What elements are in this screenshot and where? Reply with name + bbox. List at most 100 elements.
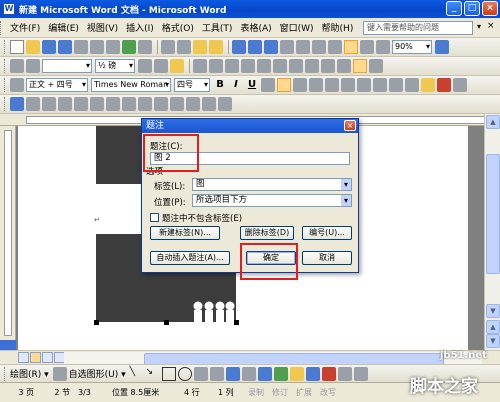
normal-view-icon[interactable]	[18, 352, 29, 363]
styles-icon[interactable]	[10, 78, 24, 92]
undo-icon[interactable]	[232, 40, 246, 54]
vertical-ruler[interactable]	[0, 126, 16, 340]
autoshapes-button[interactable]: 自选图形(U) ▾	[69, 367, 126, 380]
email-icon[interactable]	[74, 40, 88, 54]
hyperlink-icon[interactable]	[264, 40, 278, 54]
save-icon[interactable]	[42, 40, 56, 54]
increase-indent-icon[interactable]	[405, 78, 419, 92]
menu-edit[interactable]: 编辑(E)	[44, 21, 83, 34]
columns-icon[interactable]	[328, 40, 342, 54]
next-page-icon[interactable]: ▼	[486, 334, 500, 348]
toolbar-grip[interactable]	[4, 97, 7, 111]
permission-icon[interactable]	[58, 40, 72, 54]
insert-excel-icon[interactable]	[312, 40, 326, 54]
line-style-icon[interactable]	[138, 97, 152, 111]
help-icon[interactable]	[435, 40, 449, 54]
new-document-icon[interactable]	[10, 40, 24, 54]
menu-file[interactable]: 文件(F)	[6, 21, 44, 34]
font-select[interactable]: Times New Roman	[91, 78, 171, 92]
print-preview-icon[interactable]	[106, 40, 120, 54]
insert-table-icon[interactable]	[193, 59, 207, 73]
maximize-button[interactable]: □	[464, 1, 480, 16]
picture-icon[interactable]	[273, 366, 288, 381]
fill-color-icon[interactable]	[289, 366, 304, 381]
less-contrast-icon[interactable]	[58, 97, 72, 111]
distribute-columns-icon[interactable]	[273, 59, 287, 73]
research-icon[interactable]	[138, 40, 152, 54]
draw-menu-button[interactable]: 绘图(R) ▾	[10, 367, 49, 380]
prev-page-icon[interactable]: ▲	[486, 320, 500, 334]
menu-tools[interactable]: 工具(T)	[198, 21, 237, 34]
position-select[interactable]: 所选项目下方	[192, 194, 352, 207]
drawing-toggle-icon[interactable]	[344, 40, 358, 54]
more-brightness-icon[interactable]	[74, 97, 88, 111]
sort-asc-icon[interactable]	[321, 59, 335, 73]
document-map-icon[interactable]	[360, 40, 374, 54]
menu-window[interactable]: 窗口(W)	[276, 21, 318, 34]
toolbar-grip[interactable]	[4, 78, 7, 92]
status-rec[interactable]: 录制	[244, 386, 268, 400]
horizontal-scrollbar[interactable]	[64, 352, 482, 365]
toolbar-grip[interactable]	[4, 59, 7, 73]
paste-icon[interactable]	[193, 40, 207, 54]
label-select[interactable]: 图	[192, 178, 352, 191]
menu-table[interactable]: 表格(A)	[236, 21, 275, 34]
insert-table-icon[interactable]	[296, 40, 310, 54]
eraser-icon[interactable]	[26, 59, 40, 73]
dash-style-icon[interactable]	[353, 366, 368, 381]
help-dropdown-icon[interactable]: ▾	[477, 22, 481, 31]
web-view-icon[interactable]	[30, 352, 41, 363]
sort-desc-icon[interactable]	[337, 59, 351, 73]
close-button[interactable]: ×	[482, 1, 498, 16]
wordart-icon[interactable]	[225, 366, 240, 381]
compress-icon[interactable]	[154, 97, 168, 111]
format-picture-icon[interactable]	[186, 97, 200, 111]
show-hide-icon[interactable]	[376, 40, 390, 54]
menu-insert[interactable]: 插入(I)	[122, 21, 158, 34]
print-view-icon[interactable]	[42, 352, 53, 363]
char-scale-icon[interactable]	[453, 78, 467, 92]
crop-icon[interactable]	[106, 97, 120, 111]
resize-handle[interactable]	[164, 320, 169, 325]
exclude-label-checkbox[interactable]	[150, 213, 159, 222]
line-color-icon[interactable]	[305, 366, 320, 381]
resize-handle[interactable]	[94, 320, 99, 325]
autosum-icon[interactable]	[353, 59, 367, 73]
align-center-icon[interactable]	[293, 78, 307, 92]
delete-label-button[interactable]: 删除标签(D)	[240, 226, 294, 240]
font-color-icon[interactable]	[321, 366, 336, 381]
font-color-icon[interactable]	[437, 78, 451, 92]
draw-table-icon[interactable]	[10, 59, 24, 73]
menu-format[interactable]: 格式(O)	[158, 21, 198, 34]
status-ovr[interactable]: 改写	[316, 386, 340, 400]
menu-help[interactable]: 帮助(H)	[318, 21, 358, 34]
numbering-icon[interactable]	[357, 78, 371, 92]
borders-icon[interactable]	[154, 59, 168, 73]
help-search-input[interactable]: 键入需要帮助的问题	[363, 21, 473, 35]
clip-art-icon[interactable]	[257, 366, 272, 381]
copy-icon[interactable]	[177, 40, 191, 54]
text-direction-icon[interactable]	[305, 59, 319, 73]
scroll-up-icon[interactable]: ▲	[486, 115, 500, 129]
sum-icon[interactable]	[369, 59, 383, 73]
split-cells-icon[interactable]	[225, 59, 239, 73]
status-ext[interactable]: 扩展	[292, 386, 316, 400]
print-icon[interactable]	[90, 40, 104, 54]
italic-button[interactable]: I	[229, 78, 243, 92]
diagram-icon[interactable]	[241, 366, 256, 381]
insert-picture-icon[interactable]	[10, 97, 24, 111]
align-left-icon[interactable]	[277, 78, 291, 92]
vertical-scrollbar[interactable]: ▲ ▼ ▲ ▼	[484, 114, 500, 350]
toolbar-grip[interactable]	[4, 40, 7, 54]
rectangle-icon[interactable]	[161, 366, 176, 381]
menu-view[interactable]: 视图(V)	[83, 21, 122, 34]
line-spacing-icon[interactable]	[341, 78, 355, 92]
rotate-icon[interactable]	[122, 97, 136, 111]
cancel-button[interactable]: 取消	[302, 251, 352, 265]
toolbar-grip[interactable]	[4, 366, 7, 381]
spelling-icon[interactable]	[122, 40, 136, 54]
text-wrapping-icon[interactable]	[170, 97, 184, 111]
text-box-icon[interactable]	[193, 366, 208, 381]
char-border-icon[interactable]	[261, 78, 275, 92]
redo-icon[interactable]	[248, 40, 262, 54]
